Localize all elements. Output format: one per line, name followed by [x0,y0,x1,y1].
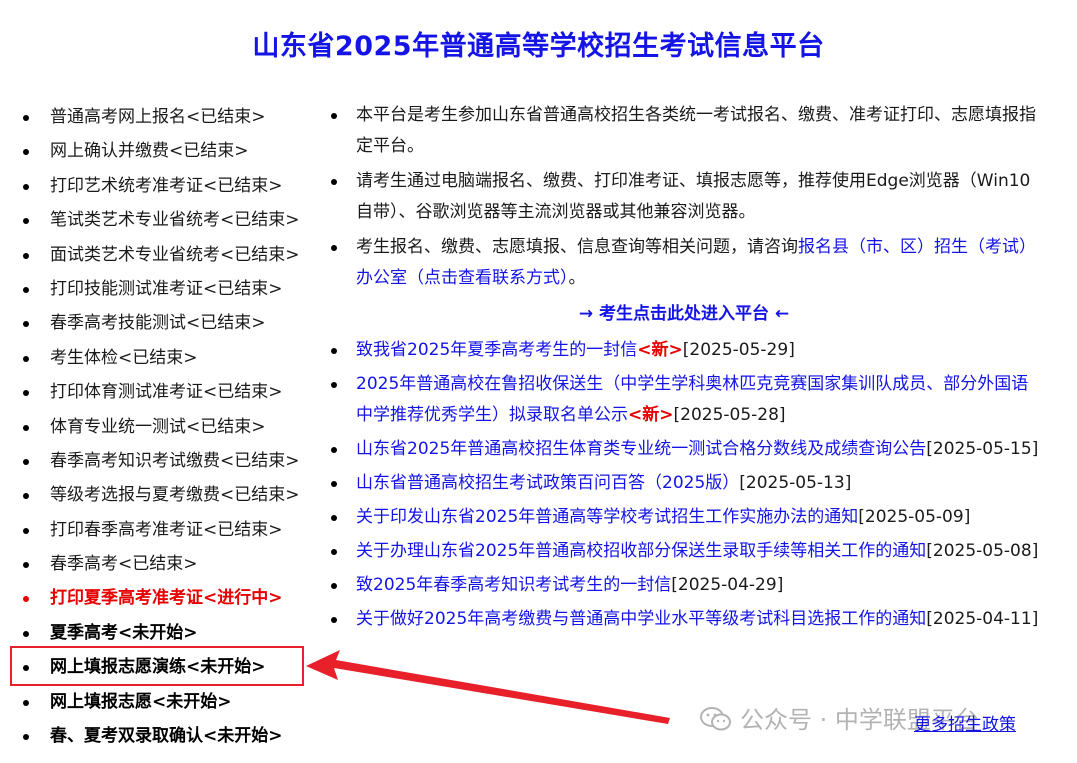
annotation-arrow-icon [306,650,670,724]
sidebar-item-skill-test-ticket[interactable]: 打印技能测试准考证<已结束> [18,272,318,306]
news-link[interactable]: 致2025年春季高考知识考试考生的一封信 [356,575,671,595]
new-badge: <新> [628,405,674,425]
news-date: [2025-05-28] [673,405,786,425]
news-date: [2025-05-29] [682,340,795,360]
news-link[interactable]: 关于做好2025年高考缴费与普通高中学业水平等级考试科目选报工作的通知 [356,609,926,629]
news-item: 2025年普通高校在鲁招收保送生（中学生学科奥林匹克竞赛国家集训队成员、部分外国… [328,369,1040,431]
sidebar-item-spring-knowledge-fee[interactable]: 春季高考知识考试缴费<已结束> [18,444,318,478]
enter-platform-link[interactable]: → 考生点击此处进入平台 ← [328,299,1040,329]
sidebar-item-art-written-exam[interactable]: 笔试类艺术专业省统考<已结束> [18,203,318,237]
notice-text: 请考生通过电脑端报名、缴费、打印准考证、填报志愿等，推荐使用Edge浏览器（Wi… [356,171,1031,222]
sidebar-item-art-interview-exam[interactable]: 面试类艺术专业省统考<已结束> [18,238,318,272]
notice-text: 考生报名、缴费、志愿填报、信息查询等相关问题，请咨询 [356,237,798,257]
highlight-box [10,646,304,686]
news-item: 致2025年春季高考知识考试考生的一封信[2025-04-29] [328,570,1040,601]
news-date: [2025-05-15] [926,439,1039,459]
new-badge: <新> [637,340,683,360]
news-item: 致我省2025年夏季高考考生的一封信<新>[2025-05-29] [328,335,1040,366]
news-link[interactable]: 致我省2025年夏季高考考生的一封信 [356,340,637,360]
notice-item: 请考生通过电脑端报名、缴费、打印准考证、填报志愿等，推荐使用Edge浏览器（Wi… [328,166,1040,228]
notice-item: 考生报名、缴费、志愿填报、信息查询等相关问题，请咨询报名县（市、区）招生（考试）… [328,232,1040,294]
notice-end: 。 [568,268,586,288]
page-title: 山东省2025年普通高等学校招生考试信息平台 [252,31,825,62]
sidebar-item-spring-skill-test[interactable]: 春季高考技能测试<已结束> [18,306,318,340]
news-link[interactable]: 山东省普通高校招生考试政策百问百答（2025版） [356,473,739,493]
sidebar-item-spring-exam[interactable]: 春季高考<已结束> [18,547,318,581]
news-date: [2025-05-13] [739,473,852,493]
news-date: [2025-04-11] [926,609,1039,629]
sidebar-item-pe-unified-test[interactable]: 体育专业统一测试<已结束> [18,410,318,444]
wechat-icon [700,707,731,731]
sidebar-item-pe-test-ticket[interactable]: 打印体育测试准考证<已结束> [18,375,318,409]
news-item: 关于做好2025年高考缴费与普通高中学业水平等级考试科目选报工作的通知[2025… [328,604,1040,635]
news-item: 山东省普通高校招生考试政策百问百答（2025版）[2025-05-13] [328,468,1040,499]
news-item: 山东省2025年普通高校招生体育类专业统一测试合格分数线及成绩查询公告[2025… [328,434,1040,465]
news-link[interactable]: 关于办理山东省2025年普通高校招收部分保送生录取手续等相关工作的通知 [356,541,926,561]
notice-text: 本平台是考生参加山东省普通高校招生各类统一考试报名、缴费、准考证打印、志愿填报指… [356,105,1036,156]
news-list: 致我省2025年夏季高考考生的一封信<新>[2025-05-29] 2025年普… [328,335,1040,635]
news-link[interactable]: 山东省2025年普通高校招生体育类专业统一测试合格分数线及成绩查询公告 [356,439,926,459]
sidebar-item-dual-admission-confirm[interactable]: 春、夏考双录取确认<未开始> [18,719,318,753]
notice-list: 本平台是考生参加山东省普通高校招生各类统一考试报名、缴费、准考证打印、志愿填报指… [328,100,1040,294]
sidebar-item-art-exam-ticket[interactable]: 打印艺术统考准考证<已结束> [18,169,318,203]
sidebar-item-online-application[interactable]: 网上填报志愿<未开始> [18,685,318,719]
main-content: 本平台是考生参加山东省普通高校招生各类统一考试报名、缴费、准考证打印、志愿填报指… [328,100,1040,638]
sidebar-item-summer-exam-ticket[interactable]: 打印夏季高考准考证<进行中> [18,581,318,615]
sidebar-item-physical-exam[interactable]: 考生体检<已结束> [18,341,318,375]
notice-item: 本平台是考生参加山东省普通高校招生各类统一考试报名、缴费、准考证打印、志愿填报指… [328,100,1040,162]
sidebar-item-confirm-payment[interactable]: 网上确认并缴费<已结束> [18,134,318,168]
more-policies-link[interactable]: 更多招生政策 [914,710,1016,735]
sidebar-item-registration[interactable]: 普通高考网上报名<已结束> [18,100,318,134]
news-date: [2025-04-29] [671,575,784,595]
news-item: 关于办理山东省2025年普通高校招收部分保送生录取手续等相关工作的通知[2025… [328,536,1040,567]
news-date: [2025-05-09] [858,507,971,527]
sidebar-item-spring-exam-ticket[interactable]: 打印春季高考准考证<已结束> [18,513,318,547]
news-item: 关于印发山东省2025年普通高等学校考试招生工作实施办法的通知[2025-05-… [328,502,1040,533]
sidebar-item-level-exam-fee[interactable]: 等级考选报与夏考缴费<已结束> [18,478,318,512]
news-date: [2025-05-08] [926,541,1039,561]
news-link[interactable]: 关于印发山东省2025年普通高等学校考试招生工作实施办法的通知 [356,507,858,527]
